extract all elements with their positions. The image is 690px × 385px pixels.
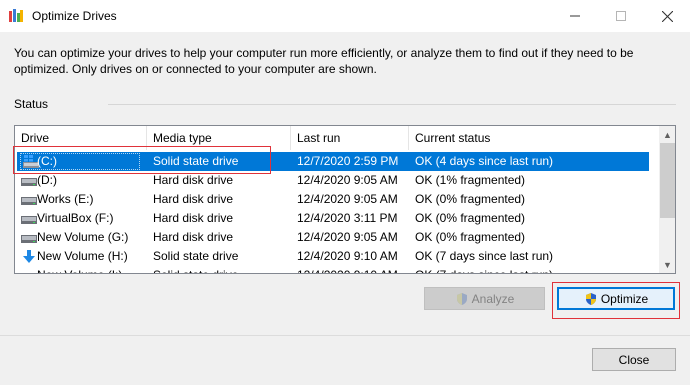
last-run: 12/4/2020 9:10 AM: [297, 266, 398, 273]
last-run: 12/4/2020 9:05 AM: [297, 230, 398, 244]
current-status: OK (4 days since last run): [415, 154, 554, 168]
drive-row[interactable]: Works (E:) Hard disk drive 12/4/2020 9:05 …: [15, 190, 647, 209]
download-arrow-icon: [21, 250, 37, 263]
minimize-button[interactable]: [552, 0, 598, 32]
current-status: OK (7 days since last run): [415, 249, 554, 263]
media-type: Solid state drive: [153, 154, 239, 168]
last-run: 12/4/2020 3:11 PM: [297, 211, 398, 225]
maximize-button[interactable]: [598, 0, 644, 32]
current-status: OK (0% fragmented): [415, 211, 526, 225]
analyze-label: Analyze: [471, 291, 515, 306]
title-bar[interactable]: Optimize Drives: [0, 0, 690, 32]
drive-row[interactable]: New Volume (G:) Hard disk drive 12/4/2020 …: [15, 228, 647, 247]
media-type: Hard disk drive: [153, 211, 234, 225]
last-run: 12/7/2020 2:59 PM: [297, 154, 399, 168]
hard-drive-icon: [21, 212, 37, 225]
current-status: OK (1% fragmented): [415, 173, 526, 187]
last-run: 12/4/2020 9:05 AM: [297, 173, 398, 187]
current-status: OK (7 days since last run): [415, 266, 553, 273]
drive-row[interactable]: (D:) Hard disk drive 12/4/2020 9:05 AM OK (…: [15, 171, 647, 190]
close-window-button[interactable]: [644, 0, 690, 32]
uac-shield-icon: [456, 292, 467, 305]
media-type: Hard disk drive: [153, 192, 234, 206]
hard-drive-icon: [21, 174, 37, 187]
media-type: Hard disk drive: [153, 230, 234, 244]
status-divider: [108, 104, 676, 105]
defrag-app-icon: [9, 9, 23, 22]
current-status: OK (0% fragmented): [415, 192, 526, 206]
drive-name: New Volume (G:): [37, 230, 129, 244]
last-run: 12/4/2020 9:05 AM: [297, 192, 398, 206]
uac-shield-icon: [585, 292, 596, 305]
analyze-button[interactable]: Analyze: [424, 287, 545, 310]
drives-list[interactable]: Drive Media type Last run Current status…: [14, 125, 676, 274]
hard-drive-icon: [21, 231, 37, 244]
focus-outline: [20, 153, 140, 170]
media-type: Hard disk drive: [153, 173, 234, 187]
drive-name: New Volume (H:): [37, 249, 128, 263]
description-text: You can optimize your drives to help you…: [14, 46, 634, 76]
drive-row[interactable]: VirtualBox (F:) Hard disk drive 12/4/2020 …: [15, 209, 647, 228]
list-header: Drive Media type Last run Current status: [15, 126, 661, 150]
media-type: Solid state drive: [153, 266, 238, 273]
scroll-down-arrow-icon[interactable]: ▼: [659, 256, 675, 273]
drive-row[interactable]: (C:) Solid state drive 12/7/2020 2:59 PM OK…: [17, 152, 649, 171]
optimize-label: Optimize: [600, 291, 649, 306]
hard-drive-icon: [21, 193, 37, 206]
footer-divider: [0, 335, 690, 336]
drive-row[interactable]: New Volume (I:) Solid state drive 12/4/202…: [15, 266, 647, 273]
drive-name: VirtualBox (F:): [37, 211, 114, 225]
column-header-current-status[interactable]: Current status: [409, 126, 661, 150]
column-header-media-type[interactable]: Media type: [147, 126, 291, 150]
column-header-drive[interactable]: Drive: [15, 126, 147, 150]
column-header-last-run[interactable]: Last run: [291, 126, 409, 150]
drive-name: New Volume (I:): [37, 266, 122, 273]
vertical-scrollbar[interactable]: ▲ ▼: [659, 126, 675, 273]
optimize-button[interactable]: Optimize: [557, 287, 675, 310]
hard-drive-icon: [21, 269, 37, 273]
scrollbar-thumb[interactable]: [660, 143, 675, 218]
drive-name: Works (E:): [37, 192, 94, 206]
minimize-icon: [570, 15, 580, 17]
status-heading: Status: [14, 97, 49, 111]
current-status: OK (0% fragmented): [415, 230, 526, 244]
close-button[interactable]: Close: [592, 348, 676, 371]
drive-name: (D:): [37, 173, 57, 187]
maximize-icon: [616, 11, 626, 21]
media-type: Solid state drive: [153, 249, 239, 263]
optimize-drives-window: Optimize Drives You can optimize your dr…: [0, 0, 690, 385]
scroll-up-arrow-icon[interactable]: ▲: [659, 126, 675, 143]
window-title: Optimize Drives: [32, 9, 117, 23]
close-icon: [661, 10, 673, 22]
drive-row[interactable]: New Volume (H:) Solid state drive 12/4/202…: [15, 247, 647, 266]
last-run: 12/4/2020 9:10 AM: [297, 249, 398, 263]
